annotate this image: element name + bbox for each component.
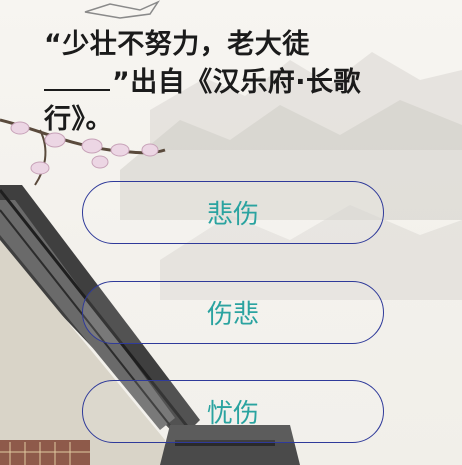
crane-icon — [84, 0, 161, 19]
fill-blank — [44, 63, 110, 91]
game-scene: “少壮不努力，老大徒 ”出自《汉乐府·长歌行》。 悲伤 伤悲 忧伤 — [0, 0, 462, 465]
question-text: “少壮不努力，老大徒 ”出自《汉乐府·长歌行》。 — [44, 26, 416, 138]
question-part-1: “少壮不努力，老大徒 — [44, 29, 310, 60]
option-button[interactable]: 忧伤 — [82, 380, 384, 443]
option-label: 伤悲 — [206, 300, 259, 330]
option-button[interactable]: 悲伤 — [82, 181, 384, 244]
option-label: 忧伤 — [206, 399, 259, 429]
option-button[interactable]: 伤悲 — [82, 281, 384, 344]
option-label: 悲伤 — [206, 200, 259, 230]
